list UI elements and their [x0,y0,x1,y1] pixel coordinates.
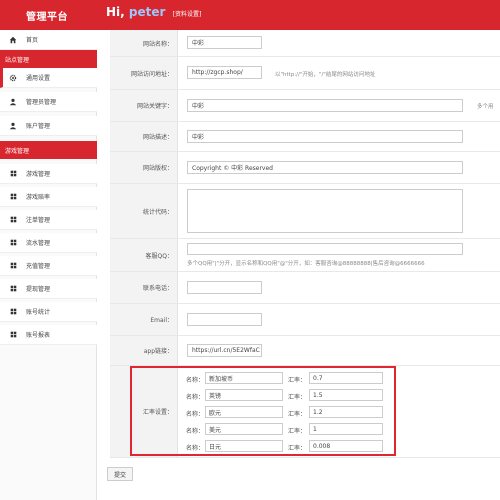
row-keywords: 网站关键字： 中彩 多个用 [110,90,500,122]
app-link-label: app链接： [110,336,178,365]
rate-value-input[interactable]: 0.7 [309,372,383,384]
description-label: 网站描述： [110,122,178,151]
row-stats-code: 统计代码： [110,184,500,239]
copyright-label: 网站版权： [110,152,178,183]
rate-value-label: 汇率： [288,411,307,418]
row-qq: 客服QQ： 多个QQ用"|"分开，显示名称和QQ用"@"分开，如：客服咨询@88… [110,239,500,272]
home-icon [8,35,18,45]
sidebar-item-admin-management[interactable]: 管理员管理 [0,92,97,112]
sidebar-item-withdraw-management[interactable]: 提现管理 [0,279,97,299]
sidebar-item-label: 注单管理 [26,217,51,224]
rate-value-input[interactable]: 1.5 [309,389,383,401]
sidebar-item-label: 游戏管理 [26,171,51,178]
grid-icon [8,215,18,225]
keywords-hint: 多个用 [477,104,494,110]
rate-name-input[interactable]: 日元 [205,440,283,452]
greeting: Hi, peter [资料设置] [106,5,201,19]
rate-name-label: 名称： [186,394,205,401]
rate-name-input[interactable]: 英镑 [205,389,283,401]
sidebar-item-label: 首页 [26,37,39,44]
site-url-label: 网站访问地址： [110,57,178,89]
email-label: Email： [110,304,178,335]
sidebar-item-flow-management[interactable]: 流水管理 [0,233,97,253]
rate-name-label: 名称： [186,377,205,384]
rate-name-input[interactable]: 新加坡币 [205,372,283,384]
grid-icon [8,284,18,294]
rate-value-label: 汇率： [288,428,307,435]
grid-icon [8,330,18,340]
rate-name-input[interactable]: 欧元 [205,406,283,418]
sidebar-item-label: 通用设置 [26,75,51,82]
grid-icon [8,307,18,317]
qq-hint: 多个QQ用"|"分开，显示名称和QQ用"@"分开，如：客服咨询@88888888… [187,261,425,267]
grid-icon [8,238,18,248]
site-url-hint: 以"http://"开始，"/"结尾的网站访问地址 [275,72,376,78]
phone-input[interactable] [187,281,262,294]
qq-label: 客服QQ： [110,239,178,271]
sidebar-item-label: 账号统计 [26,309,51,316]
sidebar-item-general-settings[interactable]: 通用设置 [0,68,97,88]
rate-value-label: 汇率： [288,377,307,384]
rate-name-label: 名称： [186,445,205,452]
user-icon [8,97,18,107]
rate-name-input[interactable]: 美元 [205,423,283,435]
sidebar-item-bet-management[interactable]: 注单管理 [0,210,97,230]
rate-value-label: 汇率： [288,445,307,452]
sidebar-item-account-report[interactable]: 账号报表 [0,325,97,345]
profile-settings-link[interactable]: [资料设置] [173,11,202,18]
description-input[interactable]: 中彩 [187,130,463,143]
brand-title: 管理平台 [26,12,68,23]
rate-value-input[interactable]: 1.2 [309,406,383,418]
row-copyright: 网站版权： Copyright © 中彩 Reserved [110,152,500,184]
sidebar-item-label: 账号报表 [26,332,51,339]
grid-icon [8,192,18,202]
sidebar-section-site: 站点管理 [0,50,97,68]
sidebar-item-label: 游戏赔率 [26,194,51,201]
top-header: 管理平台 Hi, peter [资料设置] [0,0,500,30]
sidebar-item-label: 管理员管理 [26,99,57,106]
sidebar-item-label: 充值管理 [26,263,51,270]
username-link[interactable]: peter [129,5,166,19]
keywords-label: 网站关键字： [110,90,178,121]
greeting-text: Hi, [106,5,125,19]
gear-icon [8,73,18,83]
sidebar-section-game: 游戏管理 [0,141,97,159]
sidebar-item-label: 提现管理 [26,286,51,293]
grid-icon [8,261,18,271]
stats-code-label: 统计代码： [110,184,178,238]
rate-name-label: 名称： [186,428,205,435]
phone-label: 联系电话： [110,272,178,303]
site-name-input[interactable]: 中彩 [187,36,262,49]
row-phone: 联系电话： [110,272,500,304]
row-app-link: app链接： https://url.cn/5E2WfaC [110,336,500,366]
sidebar: 首页 站点管理 通用设置 管理员管理 账户管理 游戏管理 游戏管理 游戏赔率 注… [0,30,97,500]
sidebar-item-recharge-management[interactable]: 充值管理 [0,256,97,276]
rate-value-label: 汇率： [288,394,307,401]
rate-name-label: 名称： [186,411,205,418]
row-description: 网站描述： 中彩 [110,122,500,152]
rate-value-input[interactable]: 1 [309,423,383,435]
row-site-url: 网站访问地址： http://zgcp.shop/ 以"http://"开始，"… [110,57,500,90]
email-input[interactable] [187,313,262,326]
sidebar-item-game-odds[interactable]: 游戏赔率 [0,187,97,207]
sidebar-item-game-management[interactable]: 游戏管理 [0,164,97,184]
row-email: Email： [110,304,500,336]
row-site-name: 网站名称： 中彩 [110,30,500,57]
app-link-input[interactable]: https://url.cn/5E2WfaC [187,344,262,357]
sidebar-item-account-management[interactable]: 账户管理 [0,116,97,136]
qq-input[interactable] [187,243,463,255]
copyright-input[interactable]: Copyright © 中彩 Reserved [187,161,463,174]
sidebar-item-label: 账户管理 [26,123,51,130]
sidebar-item-label: 流水管理 [26,240,51,247]
keywords-input[interactable]: 中彩 [187,99,463,112]
rate-value-input[interactable]: 0.008 [309,440,383,452]
user-icon [8,121,18,131]
site-url-input[interactable]: http://zgcp.shop/ [187,66,262,79]
sidebar-item-home[interactable]: 首页 [0,30,97,50]
sidebar-item-account-stats[interactable]: 账号统计 [0,302,97,322]
stats-code-textarea[interactable] [187,189,463,233]
grid-icon [8,169,18,179]
submit-button[interactable]: 提交 [107,467,133,481]
site-name-label: 网站名称： [110,30,178,56]
